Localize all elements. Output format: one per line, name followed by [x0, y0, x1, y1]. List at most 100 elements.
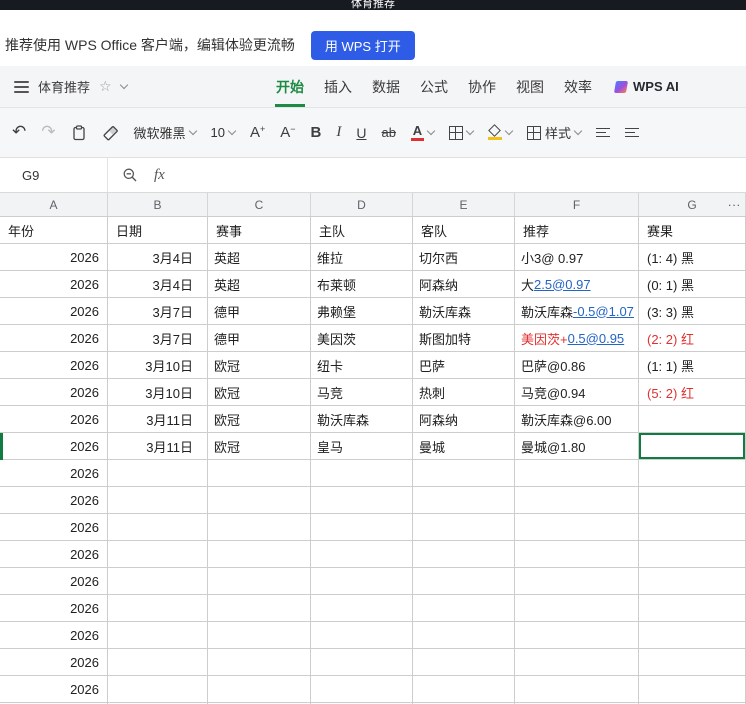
tab-efficiency[interactable]: 效率 [563, 66, 593, 107]
cell-C1[interactable]: 赛事 [208, 217, 311, 244]
cell-B2[interactable]: 3月4日 [108, 244, 208, 271]
cell-F14[interactable] [515, 568, 639, 595]
underline-button[interactable]: U [356, 125, 366, 141]
cell-G17[interactable] [639, 649, 746, 676]
cell-E1[interactable]: 客队 [413, 217, 515, 244]
cell-D13[interactable] [311, 541, 413, 568]
cell-G13[interactable] [639, 541, 746, 568]
cell-D4[interactable]: 弗赖堡 [311, 298, 413, 325]
cell-E10[interactable] [413, 460, 515, 487]
cell-E7[interactable]: 热刺 [413, 379, 515, 406]
italic-button[interactable]: I [336, 124, 341, 141]
cell-A7[interactable]: 2026 [0, 379, 108, 406]
redo-button[interactable]: ↷ [41, 124, 55, 141]
cell-G18[interactable] [639, 676, 746, 703]
clear-format-button[interactable] [102, 125, 119, 141]
cell-A14[interactable]: 2026 [0, 568, 108, 595]
cell-A4[interactable]: 2026 [0, 298, 108, 325]
cell-B17[interactable] [108, 649, 208, 676]
cell-A8[interactable]: 2026 [0, 406, 108, 433]
cell-C2[interactable]: 英超 [208, 244, 311, 271]
cell-D18[interactable] [311, 676, 413, 703]
column-header-B[interactable]: B [108, 193, 208, 216]
cell-E5[interactable]: 斯图加特 [413, 325, 515, 352]
cell-E6[interactable]: 巴萨 [413, 352, 515, 379]
tab-home[interactable]: 开始 [275, 66, 305, 107]
cell-G5[interactable]: (2: 2) 红 [639, 325, 746, 352]
cell-D11[interactable] [311, 487, 413, 514]
cell-E3[interactable]: 阿森纳 [413, 271, 515, 298]
tab-data[interactable]: 数据 [371, 66, 401, 107]
cell-A16[interactable]: 2026 [0, 622, 108, 649]
cell-G1[interactable]: 赛果 [639, 217, 746, 244]
cell-C9[interactable]: 欧冠 [208, 433, 311, 460]
insert-function-button[interactable]: fx [154, 167, 165, 184]
cell-D8[interactable]: 勒沃库森 [311, 406, 413, 433]
cell-D10[interactable] [311, 460, 413, 487]
cell-A9[interactable]: 2026 [0, 433, 108, 460]
column-header-D[interactable]: D [311, 193, 413, 216]
cell-D1[interactable]: 主队 [311, 217, 413, 244]
cell-E16[interactable] [413, 622, 515, 649]
cell-F18[interactable] [515, 676, 639, 703]
cell-G4[interactable]: (3: 3) 黑 [639, 298, 746, 325]
cell-F13[interactable] [515, 541, 639, 568]
more-columns-button[interactable]: ... [728, 195, 741, 209]
cell-A2[interactable]: 2026 [0, 244, 108, 271]
borders-button[interactable] [448, 125, 475, 140]
cell-B6[interactable]: 3月10日 [108, 352, 208, 379]
cell-B12[interactable] [108, 514, 208, 541]
cell-B11[interactable] [108, 487, 208, 514]
column-header-C[interactable]: C [208, 193, 311, 216]
wps-ai-button[interactable]: WPS AI [613, 79, 679, 94]
cell-C6[interactable]: 欧冠 [208, 352, 311, 379]
cell-E14[interactable] [413, 568, 515, 595]
cell-G11[interactable] [639, 487, 746, 514]
name-box[interactable]: G9 [0, 158, 108, 192]
cell-E11[interactable] [413, 487, 515, 514]
cell-A5[interactable]: 2026 [0, 325, 108, 352]
cell-C7[interactable]: 欧冠 [208, 379, 311, 406]
cell-B7[interactable]: 3月10日 [108, 379, 208, 406]
column-header-E[interactable]: E [413, 193, 515, 216]
column-header-A[interactable]: A [0, 193, 108, 216]
cell-C18[interactable] [208, 676, 311, 703]
cell-B16[interactable] [108, 622, 208, 649]
cell-B9[interactable]: 3月11日 [108, 433, 208, 460]
cell-A10[interactable]: 2026 [0, 460, 108, 487]
cell-A6[interactable]: 2026 [0, 352, 108, 379]
cell-G2[interactable]: (1: 4) 黑 [639, 244, 746, 271]
cell-B10[interactable] [108, 460, 208, 487]
document-title[interactable]: 体育推荐 [38, 77, 90, 96]
cell-E13[interactable] [413, 541, 515, 568]
cell-D15[interactable] [311, 595, 413, 622]
cell-C5[interactable]: 德甲 [208, 325, 311, 352]
cell-F11[interactable] [515, 487, 639, 514]
cell-C16[interactable] [208, 622, 311, 649]
cell-D14[interactable] [311, 568, 413, 595]
font-name-select[interactable]: 微软雅黑 [134, 123, 197, 142]
cell-C3[interactable]: 英超 [208, 271, 311, 298]
cell-D5[interactable]: 美因茨 [311, 325, 413, 352]
cell-F7[interactable]: 马竞@0.94 [515, 379, 639, 406]
cell-B5[interactable]: 3月7日 [108, 325, 208, 352]
column-header-F[interactable]: F [515, 193, 639, 216]
decrease-font-button[interactable]: A− [280, 124, 295, 141]
cell-G3[interactable]: (0: 1) 黑 [639, 271, 746, 298]
cell-A13[interactable]: 2026 [0, 541, 108, 568]
cell-G16[interactable] [639, 622, 746, 649]
tab-view[interactable]: 视图 [515, 66, 545, 107]
cell-F3[interactable]: 大 2.5@0.97 [515, 271, 639, 298]
tab-collaboration[interactable]: 协作 [467, 66, 497, 107]
favorite-star-icon[interactable]: ☆ [99, 79, 112, 95]
open-in-wps-button[interactable]: 用 WPS 打开 [310, 30, 415, 60]
cell-F5[interactable]: 美因茨+ 0.5@0.95 [515, 325, 639, 352]
cell-F16[interactable] [515, 622, 639, 649]
align-button[interactable] [596, 127, 610, 138]
cell-F1[interactable]: 推荐 [515, 217, 639, 244]
cell-B14[interactable] [108, 568, 208, 595]
cell-A17[interactable]: 2026 [0, 649, 108, 676]
cell-C12[interactable] [208, 514, 311, 541]
cell-D16[interactable] [311, 622, 413, 649]
cell-E17[interactable] [413, 649, 515, 676]
